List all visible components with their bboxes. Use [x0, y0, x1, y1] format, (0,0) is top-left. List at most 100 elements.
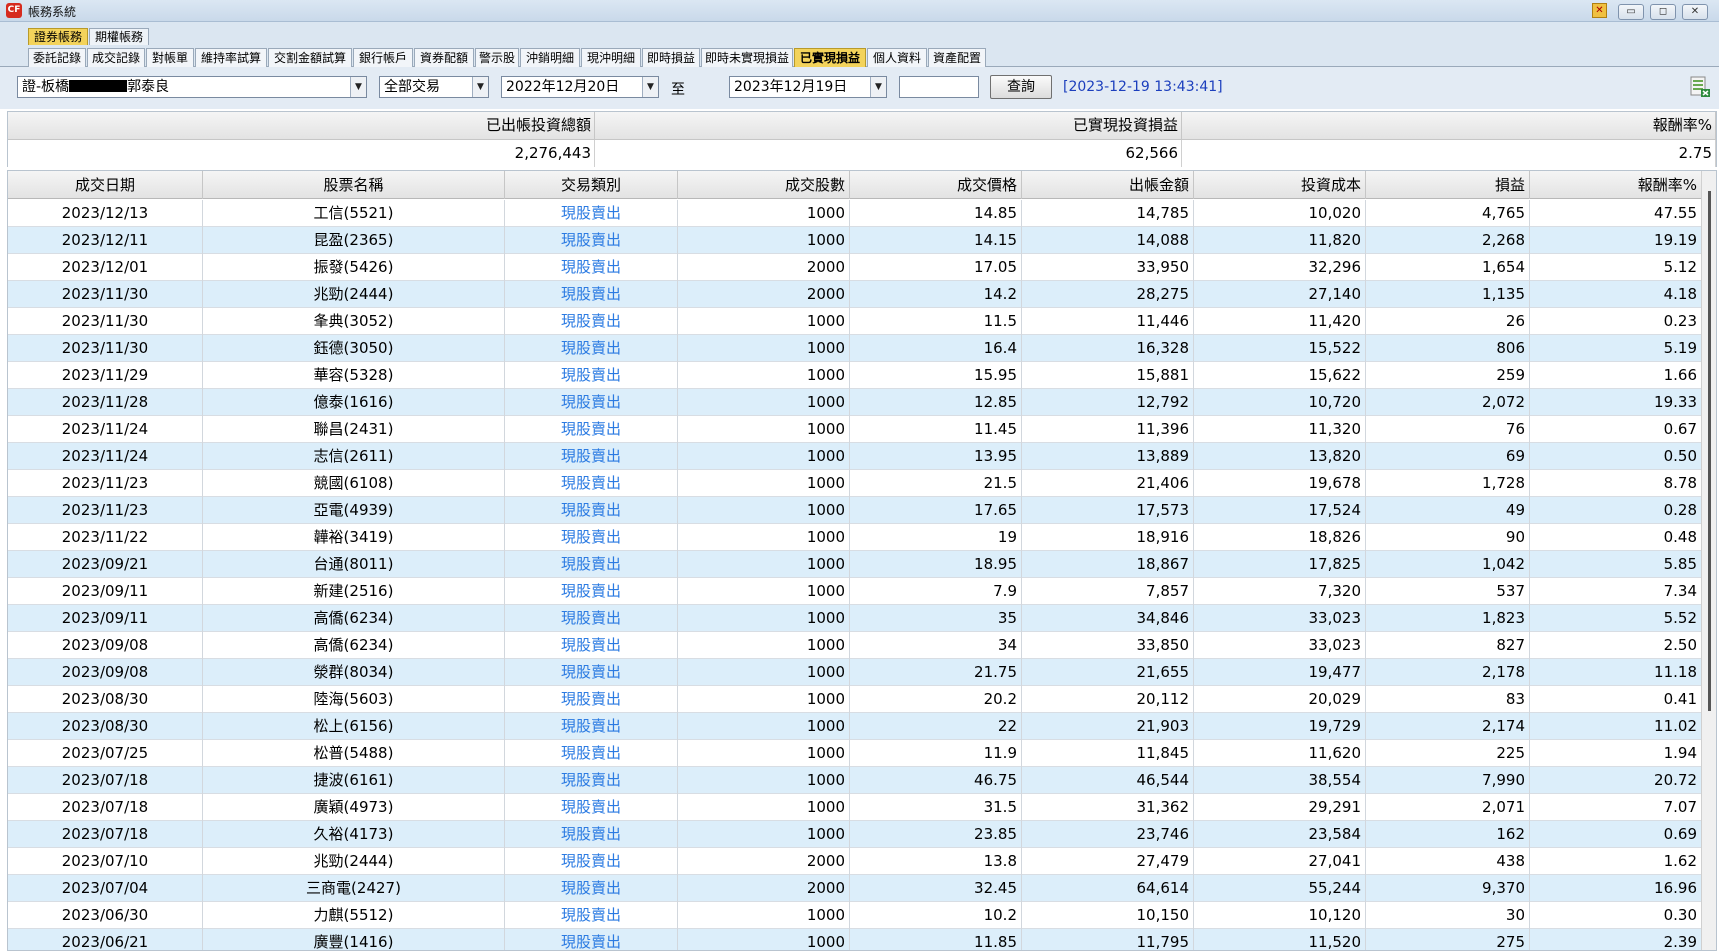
tab-unrealized-pnl[interactable]: 即時未實現損益	[701, 48, 793, 67]
cell-trade-type[interactable]: 現股賣出	[505, 470, 678, 497]
cell-trade-type[interactable]: 現股賣出	[505, 929, 678, 950]
table-row[interactable]: 2023/12/01 振發(5426) 現股賣出 2000 17.05 33,950 32,…	[8, 254, 1702, 281]
column-header-pnl[interactable]: 損益	[1366, 171, 1530, 199]
cell-trade-type[interactable]: 現股賣出	[505, 578, 678, 605]
date-to-picker[interactable]: 2023年12月19日 ▼	[729, 76, 887, 98]
table-row[interactable]: 2023/09/08 滎群(8034) 現股賣出 1000 21.75 21,655 19,…	[8, 659, 1702, 686]
stock-code-input[interactable]	[899, 76, 979, 98]
column-header-stock[interactable]: 股票名稱	[203, 171, 505, 199]
cell-trade-type[interactable]: 現股賣出	[505, 389, 678, 416]
cell-trade-type[interactable]: 現股賣出	[505, 605, 678, 632]
table-row[interactable]: 2023/12/11 昆盈(2365) 現股賣出 1000 14.15 14,088 11,…	[8, 227, 1702, 254]
pin-icon[interactable]: ✕	[1592, 3, 1607, 18]
tab-realized-pnl[interactable]: 已實現損益	[794, 48, 866, 67]
cell-trade-type[interactable]: 現股賣出	[505, 524, 678, 551]
tab-offset-details[interactable]: 沖銷明細	[520, 48, 580, 67]
tab-margin-quota[interactable]: 資券配額	[414, 48, 474, 67]
tab-bank-account[interactable]: 銀行帳戶	[353, 48, 413, 67]
column-header-type[interactable]: 交易類別	[505, 171, 678, 199]
cell-trade-type[interactable]: 現股賣出	[505, 200, 678, 227]
table-row[interactable]: 2023/11/28 億泰(1616) 現股賣出 1000 12.85 12,792 10,…	[8, 389, 1702, 416]
trade-type-select[interactable]: 全部交易 ▼	[379, 76, 489, 98]
column-header-price[interactable]: 成交價格	[850, 171, 1022, 199]
cell-trade-type[interactable]: 現股賣出	[505, 740, 678, 767]
maximize-button[interactable]: ◻	[1650, 4, 1676, 20]
chevron-down-icon[interactable]: ▼	[870, 77, 886, 97]
date-from-picker[interactable]: 2022年12月20日 ▼	[501, 76, 659, 98]
cell-trade-type[interactable]: 現股賣出	[505, 659, 678, 686]
tab-executions[interactable]: 成交記錄	[87, 48, 145, 67]
column-header-cost[interactable]: 投資成本	[1194, 171, 1366, 199]
table-row[interactable]: 2023/07/18 捷波(6161) 現股賣出 1000 46.75 46,544 38,…	[8, 767, 1702, 794]
scrollbar-thumb[interactable]	[1708, 191, 1711, 711]
cell-trade-type[interactable]: 現股賣出	[505, 416, 678, 443]
table-row[interactable]: 2023/11/30 兆勁(2444) 現股賣出 2000 14.2 28,275 27,1…	[8, 281, 1702, 308]
table-row[interactable]: 2023/06/30 力麒(5512) 現股賣出 1000 10.2 10,150 10,1…	[8, 902, 1702, 929]
cell-trade-type[interactable]: 現股賣出	[505, 902, 678, 929]
table-row[interactable]: 2023/07/18 廣穎(4973) 現股賣出 1000 31.5 31,362 29,2…	[8, 794, 1702, 821]
table-row[interactable]: 2023/07/04 三商電(2427) 現股賣出 2000 32.45 64,614 55…	[8, 875, 1702, 902]
column-header-date[interactable]: 成交日期	[8, 171, 203, 199]
cell-trade-type[interactable]: 現股賣出	[505, 308, 678, 335]
tab-maintenance-ratio[interactable]: 維持率試算	[195, 48, 267, 67]
tab-statement[interactable]: 對帳單	[146, 48, 194, 67]
table-row[interactable]: 2023/11/24 志信(2611) 現股賣出 1000 13.95 13,889 13,…	[8, 443, 1702, 470]
chevron-down-icon[interactable]: ▼	[642, 77, 658, 97]
table-row[interactable]: 2023/11/23 亞電(4939) 現股賣出 1000 17.65 17,573 17,…	[8, 497, 1702, 524]
vertical-scrollbar[interactable]	[1701, 171, 1716, 950]
cell-trade-type[interactable]: 現股賣出	[505, 281, 678, 308]
cell-trade-type[interactable]: 現股賣出	[505, 686, 678, 713]
chevron-down-icon[interactable]: ▼	[472, 77, 488, 97]
table-row[interactable]: 2023/11/30 夆典(3052) 現股賣出 1000 11.5 11,446 11,4…	[8, 308, 1702, 335]
table-row[interactable]: 2023/07/18 久裕(4173) 現股賣出 1000 23.85 23,746 23,…	[8, 821, 1702, 848]
query-button[interactable]: 查詢	[990, 75, 1052, 99]
cell-trade-type[interactable]: 現股賣出	[505, 632, 678, 659]
table-row[interactable]: 2023/11/30 鈺德(3050) 現股賣出 1000 16.4 16,328 15,5…	[8, 335, 1702, 362]
cell-trade-type[interactable]: 現股賣出	[505, 848, 678, 875]
column-header-shares[interactable]: 成交股數	[678, 171, 850, 199]
cell-trade-type[interactable]: 現股賣出	[505, 713, 678, 740]
table-row[interactable]: 2023/07/10 兆勁(2444) 現股賣出 2000 13.8 27,479 27,0…	[8, 848, 1702, 875]
cell-trade-type[interactable]: 現股賣出	[505, 875, 678, 902]
table-row[interactable]: 2023/06/21 廣豐(1416) 現股賣出 1000 11.85 11,795 11,…	[8, 929, 1702, 950]
minimize-button[interactable]: ▭	[1618, 4, 1644, 20]
tab-realtime-pnl[interactable]: 即時損益	[642, 48, 700, 67]
tab-orders[interactable]: 委託記錄	[28, 48, 86, 67]
cell-trade-type[interactable]: 現股賣出	[505, 362, 678, 389]
table-row[interactable]: 2023/11/29 華容(5328) 現股賣出 1000 15.95 15,881 15,…	[8, 362, 1702, 389]
cell-trade-type[interactable]: 現股賣出	[505, 443, 678, 470]
table-row[interactable]: 2023/09/11 新建(2516) 現股賣出 1000 7.9 7,857 7,320 5…	[8, 578, 1702, 605]
table-row[interactable]: 2023/09/11 高僑(6234) 現股賣出 1000 35 34,846 33,023…	[8, 605, 1702, 632]
cell-trade-type[interactable]: 現股賣出	[505, 794, 678, 821]
cell-trade-type[interactable]: 現股賣出	[505, 821, 678, 848]
cell-trade-type[interactable]: 現股賣出	[505, 767, 678, 794]
tab-asset-allocation[interactable]: 資產配置	[928, 48, 986, 67]
column-header-return[interactable]: 報酬率%	[1530, 171, 1702, 199]
chevron-down-icon[interactable]: ▼	[350, 77, 366, 97]
cell-trade-type[interactable]: 現股賣出	[505, 551, 678, 578]
table-row[interactable]: 2023/09/21 台通(8011) 現股賣出 1000 18.95 18,867 17,…	[8, 551, 1702, 578]
tab-profile[interactable]: 個人資料	[867, 48, 927, 67]
table-row[interactable]: 2023/08/30 松上(6156) 現股賣出 1000 22 21,903 19,729…	[8, 713, 1702, 740]
table-row[interactable]: 2023/07/25 松普(5488) 現股賣出 1000 11.9 11,845 11,6…	[8, 740, 1702, 767]
tab-securities[interactable]: 證券帳務	[28, 28, 89, 45]
tab-settlement-calc[interactable]: 交割金額試算	[268, 48, 352, 67]
cell-trade-type[interactable]: 現股賣出	[505, 254, 678, 281]
close-button[interactable]: ✕	[1682, 4, 1708, 20]
cell-trade-type[interactable]: 現股賣出	[505, 335, 678, 362]
cell-trade-type[interactable]: 現股賣出	[505, 497, 678, 524]
table-row[interactable]: 2023/11/23 競國(6108) 現股賣出 1000 21.5 21,406 19,6…	[8, 470, 1702, 497]
table-row[interactable]: 2023/11/22 韡裕(3419) 現股賣出 1000 19 18,916 18,826…	[8, 524, 1702, 551]
account-holder: 郭泰良	[127, 79, 170, 95]
export-excel-icon[interactable]	[1688, 75, 1712, 99]
table-row[interactable]: 2023/11/24 聯昌(2431) 現股賣出 1000 11.45 11,396 11,…	[8, 416, 1702, 443]
tab-alert-stocks[interactable]: 警示股	[475, 48, 519, 67]
cell-trade-type[interactable]: 現股賣出	[505, 227, 678, 254]
column-header-amount[interactable]: 出帳金額	[1022, 171, 1194, 199]
tab-futures-options[interactable]: 期權帳務	[89, 28, 150, 45]
table-row[interactable]: 2023/12/13 工信(5521) 現股賣出 1000 14.85 14,785 10,…	[8, 200, 1702, 227]
tab-daytrade-details[interactable]: 現沖明細	[581, 48, 641, 67]
table-row[interactable]: 2023/09/08 高僑(6234) 現股賣出 1000 34 33,850 33,023…	[8, 632, 1702, 659]
account-select[interactable]: 證-板橋 郭泰良 ▼	[17, 76, 367, 98]
table-row[interactable]: 2023/08/30 陸海(5603) 現股賣出 1000 20.2 20,112 20,0…	[8, 686, 1702, 713]
